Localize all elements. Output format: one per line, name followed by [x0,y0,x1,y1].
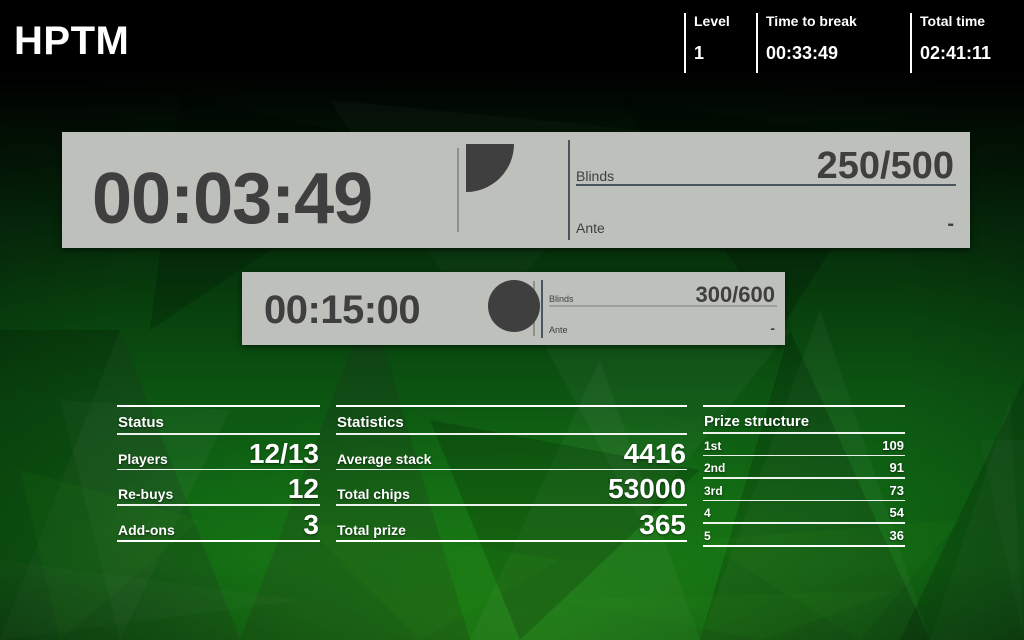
pie-full-icon [488,280,540,332]
table-row: 5 36 [703,524,905,545]
pie-quarter-icon [466,144,514,192]
blinds-underline [576,184,956,186]
status-table: Status Players 12/13 Re-buys 12 Add-ons … [117,405,320,542]
ante-underline [549,336,777,338]
row-label: 5 [704,528,711,543]
row-label: Add-ons [118,521,175,538]
row-label: 1st [704,438,722,453]
tournament-timer-screen: HPTM Level 1 Time to break 00:33:49 Tota… [0,0,1024,640]
row-value: 4416 [623,437,686,469]
table-row: 3rd 73 [703,479,905,500]
table-row: 2nd 91 [703,456,905,477]
current-ante-value: - [947,213,954,235]
table-row: Average stack 4416 [336,435,687,469]
current-blinds-label: Blinds [576,168,615,184]
row-value: 109 [882,437,904,453]
next-level-clock: 00:15:00 [264,288,421,332]
table-row: Add-ons 3 [117,506,320,540]
blinds-underline [549,305,777,307]
row-label: Average stack [337,450,432,467]
status-table-header: Status [117,407,320,433]
statistics-table-header: Statistics [336,407,687,433]
header-level-label: Level [694,13,730,29]
next-level-blinds-block: Blinds 300/600 Ante - [541,280,777,338]
row-label: Re-buys [118,486,174,502]
row-label: 3rd [704,483,723,498]
statistics-table: Statistics Average stack 4416 Total chip… [336,405,687,542]
row-label: 2nd [704,461,726,475]
row-value: 12/13 [248,437,319,469]
header-time-to-break-block: Time to break 00:33:49 [756,13,906,75]
table-row: 1st 109 [703,434,905,455]
header-divider [756,13,758,73]
current-ante-label: Ante [576,220,605,236]
table-row: Players 12/13 [117,435,320,469]
header-level-block: Level 1 [684,13,758,75]
row-value: 36 [889,527,904,543]
next-blinds-value: 300/600 [695,282,775,307]
row-value: 53000 [608,473,686,504]
row-label: Total prize [337,521,406,538]
blinds-block-rule [568,140,570,240]
row-value: 3 [303,508,319,540]
statistics-table-title: Statistics [337,414,404,431]
status-table-title: Status [118,414,164,431]
row-value: 91 [889,460,904,475]
current-panel-divider [457,148,459,232]
app-logo: HPTM [14,19,130,63]
row-value: 73 [889,482,904,498]
header-level-value: 1 [694,43,705,63]
prize-structure-table: Prize structure 1st 109 2nd 91 3rd 73 4 … [703,405,905,547]
next-ante-row: Ante - [549,311,777,338]
ante-underline [576,236,956,238]
table-row: Re-buys 12 [117,470,320,504]
current-blinds-value: 250/500 [816,145,954,187]
table-row: Total chips 53000 [336,470,687,504]
table-row: 4 54 [703,501,905,522]
row-value: 365 [639,508,686,540]
header-total-time-label: Total time [920,13,986,29]
prize-table-title: Prize structure [704,413,810,430]
header-total-time-value: 02:41:11 [920,43,992,63]
row-label: Total chips [337,486,410,502]
table-rule [336,539,687,542]
current-blinds-row: Blinds 250/500 [576,140,956,186]
table-rule [703,544,905,547]
next-blinds-label: Blinds [549,294,574,304]
prize-table-header: Prize structure [703,407,905,432]
next-ante-value: - [770,320,775,336]
table-row: Total prize 365 [336,506,687,540]
blinds-block-rule [541,280,543,338]
header-divider [684,13,686,73]
table-rule [117,539,320,542]
row-value: 54 [889,505,904,520]
current-ante-row: Ante - [576,192,956,238]
row-label: Players [118,450,168,467]
header-time-to-break-label: Time to break [766,13,857,29]
row-value: 12 [287,473,319,504]
header-time-to-break-value: 00:33:49 [766,43,839,63]
current-level-clock: 00:03:49 [92,159,373,239]
row-label: 4 [704,506,711,520]
current-level-blinds-block: Blinds 250/500 Ante - [568,140,956,240]
top-header-bar: HPTM Level 1 Time to break 00:33:49 Tota… [0,0,1024,90]
header-divider [910,13,912,73]
next-blinds-row: Blinds 300/600 [549,280,777,307]
next-ante-label: Ante [549,325,568,335]
header-total-time-block: Total time 02:41:11 [910,13,1024,75]
